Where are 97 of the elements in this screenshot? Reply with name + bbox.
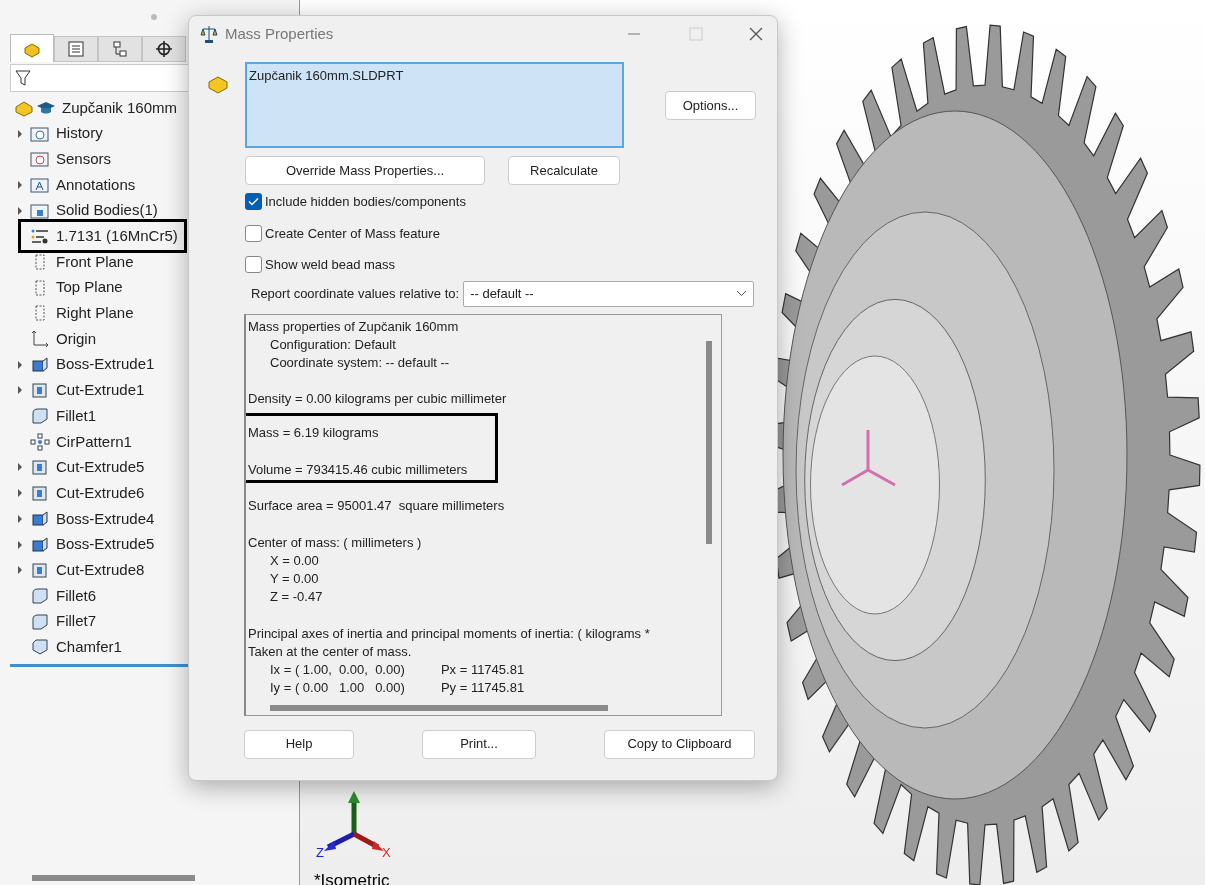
report-line: Center of mass: ( millimeters ) (248, 534, 422, 550)
cut-extrude-icon (30, 458, 50, 477)
tree-item[interactable]: Cut-Extrude8 (30, 558, 145, 582)
options-button[interactable]: Options... (665, 91, 756, 120)
tree-item[interactable]: Cut-Extrude6 (30, 481, 145, 505)
horizontal-scrollbar[interactable] (270, 704, 608, 711)
tree-item[interactable]: Annotations (30, 173, 136, 197)
recalculate-button[interactable]: Recalculate (508, 156, 620, 185)
dialog-button[interactable]: Help (244, 729, 354, 759)
report-line: Configuration: Default (270, 336, 396, 352)
tree-item[interactable]: Boss-Extrude5 (30, 533, 155, 556)
expand-caret-icon[interactable] (17, 463, 23, 472)
origin-icon (30, 330, 50, 349)
fillet-icon (30, 407, 50, 426)
report-line: Coordinate system: -- default -- (270, 354, 450, 370)
coordinate-dropdown[interactable]: -- default -- (463, 280, 754, 307)
filter-icon (15, 69, 31, 87)
cut-extrude-icon (30, 381, 50, 400)
checkbox[interactable] (245, 256, 262, 274)
folder-gauge-icon (30, 150, 50, 169)
fillet-icon (30, 586, 50, 605)
report-line: Surface area = 95001.47 square millimeters (248, 498, 505, 514)
dialog-button[interactable]: Copy to Clipboard (604, 729, 755, 759)
tree-icon (111, 40, 129, 58)
checkbox-label: Include hidden bodies/components (265, 193, 466, 211)
expand-caret-icon[interactable] (17, 489, 23, 498)
expand-caret-icon[interactable] (17, 566, 23, 575)
expand-caret-icon[interactable] (17, 206, 23, 215)
circular-pattern-icon (30, 432, 50, 451)
panel-tab[interactable] (142, 36, 186, 62)
report-line: Volume = 793415.46 cubic millimeters (248, 461, 468, 477)
extrude-icon (30, 535, 50, 554)
tree-item[interactable]: Top Plane (30, 276, 123, 299)
override-button[interactable]: Override Mass Properties... (245, 156, 485, 185)
selection-list[interactable]: Zupčanik 160mm.SLDPRT (245, 62, 624, 148)
expand-caret-icon[interactable] (17, 386, 23, 395)
tree-item[interactable]: Zupčanik 160mm (14, 96, 178, 120)
checkbox-label: Create Center of Mass feature (265, 224, 440, 243)
report-line: Density = 0.00 kilograms per cubic millimeter (248, 391, 507, 407)
chamfer-icon (30, 638, 50, 657)
axis-label: X (382, 845, 391, 859)
material-list-icon (30, 227, 50, 246)
scale-icon (199, 24, 219, 44)
coordinate-label: Report coordinate values relative to: (251, 284, 460, 303)
report-line: Ix = ( 1.00, 0.00, 0.00) Px = 11745.81 (270, 661, 525, 677)
tree-item[interactable]: Right Plane (30, 302, 134, 325)
checkbox[interactable] (245, 193, 262, 211)
tree-item[interactable]: History (30, 122, 103, 145)
tree-item[interactable]: Boss-Extrude4 (30, 507, 155, 531)
vertical-scrollbar[interactable] (706, 340, 712, 544)
window-title: Mass Properties (225, 23, 335, 44)
list-icon (67, 40, 85, 58)
checkbox-label: Show weld bead mass (265, 256, 396, 274)
checkbox[interactable] (245, 224, 262, 242)
report-line: Taken at the center of mass. (248, 643, 412, 659)
selected-part[interactable]: Zupčanik 160mm.SLDPRT (249, 68, 404, 83)
chevron-down-icon (736, 290, 747, 297)
report-line: Z = -0.47 (270, 589, 323, 605)
tree-item[interactable]: Fillet1 (30, 404, 96, 428)
tree-item[interactable]: Cut-Extrude5 (30, 456, 145, 479)
tree-item[interactable]: Fillet7 (30, 610, 96, 633)
expand-caret-icon[interactable] (17, 514, 23, 523)
expand-caret-icon[interactable] (17, 360, 23, 369)
folder-cube-icon (30, 201, 50, 220)
close-icon[interactable] (749, 27, 763, 41)
fillet-icon (30, 612, 50, 631)
tree-item[interactable]: Fillet6 (30, 584, 96, 608)
tree-item[interactable]: Cut-Extrude1 (30, 379, 145, 402)
folder-clock-icon (30, 124, 50, 143)
tree-item[interactable]: Origin (30, 327, 96, 351)
report-line: Mass = 6.19 kilograms (248, 425, 379, 441)
tree-item[interactable]: 1.7131 (16MnCr5) (18, 219, 187, 254)
tree-item[interactable]: Solid Bodies(1) (30, 199, 158, 222)
extrude-icon (30, 509, 50, 528)
annotation-folder-icon (30, 175, 50, 194)
dialog-button[interactable]: Print... (422, 729, 536, 759)
report-line: Y = 0.00 (270, 571, 319, 586)
horizontal-scrollbar[interactable] (32, 875, 195, 881)
axis-triad-icon (324, 791, 384, 851)
tree-item[interactable]: Sensors (30, 147, 112, 171)
report-line: Iy = ( 0.00 1.00 0.00) Py = 11745.81 (270, 680, 525, 696)
expand-caret-icon[interactable] (17, 540, 23, 549)
drag-handle-icon[interactable] (150, 14, 157, 20)
cut-extrude-icon (30, 484, 50, 503)
report-line: Principal axes of inertia and principal moments of inertia: ( kilograms * (248, 625, 650, 641)
tree-item[interactable]: Boss-Extrude1 (30, 353, 155, 376)
crosshair-icon (155, 40, 173, 58)
tree-item[interactable]: Chamfer1 (30, 636, 122, 659)
report-line: X = 0.00 (270, 552, 319, 568)
expand-caret-icon[interactable] (17, 180, 23, 189)
expand-caret-icon[interactable] (17, 129, 23, 138)
cut-extrude-icon (30, 561, 50, 580)
extrude-icon (30, 355, 50, 374)
tree-item[interactable]: CirPattern1 (30, 430, 132, 454)
axis-label: Z (316, 845, 324, 859)
check-icon (248, 197, 259, 207)
report-line: Mass properties of Zupčanik 160mm (248, 318, 459, 334)
